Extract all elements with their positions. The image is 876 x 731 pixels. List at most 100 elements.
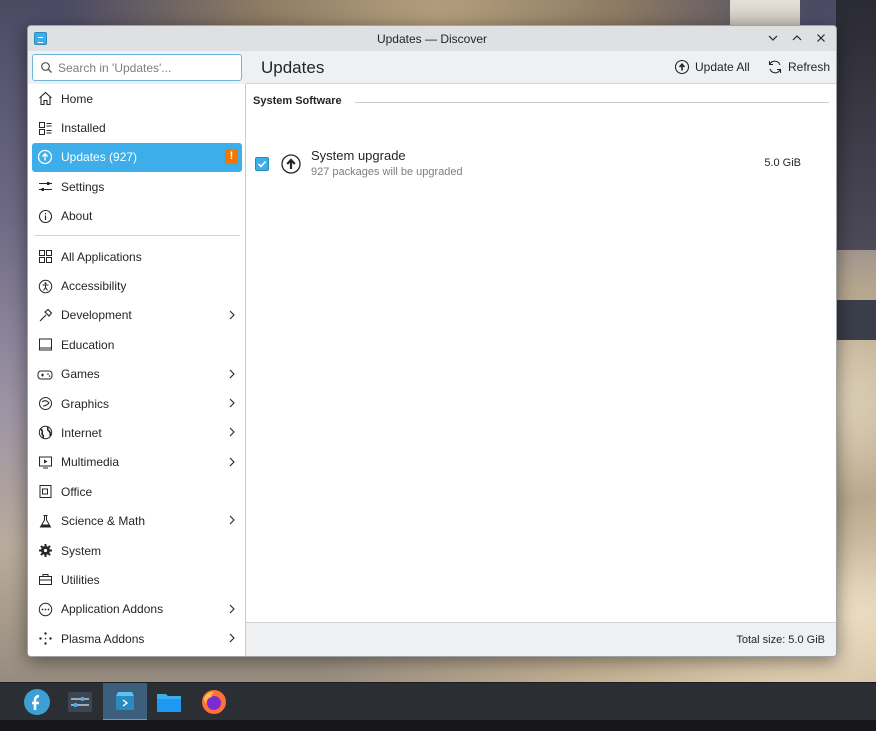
sidebar-item-science-math[interactable]: Science & Math: [28, 506, 246, 535]
sidebar-item-label: Games: [61, 367, 100, 382]
globe-icon: [37, 425, 53, 441]
chevron-right-icon: [229, 604, 235, 614]
wallpaper-shape: [836, 0, 876, 250]
sidebar-item-label: Settings: [61, 179, 105, 194]
addons-icon: [37, 601, 53, 617]
chevron-down-icon: [768, 35, 778, 41]
update-name: System upgrade: [311, 148, 406, 163]
gamepad-icon: [37, 366, 53, 382]
discover-app-icon[interactable]: [34, 32, 47, 45]
chevron-right-icon: [229, 369, 235, 378]
sidebar-item-multimedia[interactable]: Multimedia: [28, 448, 246, 477]
sidebar-item-graphics[interactable]: Graphics: [28, 389, 246, 418]
chevron-right-icon: [229, 457, 235, 467]
chevron-right-icon: [229, 310, 235, 320]
sidebar-item-updates[interactable]: Updates (927) !: [32, 142, 242, 173]
refresh-label: Refresh: [788, 60, 831, 74]
sidebar-item-office[interactable]: Office: [28, 477, 246, 506]
page-title: Updates: [261, 58, 325, 77]
chevron-right-icon: [229, 427, 235, 437]
sidebar-item-label: Utilities: [61, 572, 100, 587]
sidebar-item-label: About: [61, 209, 93, 224]
sidebar-item-label: Application Addons: [61, 602, 164, 617]
sidebar-item-all-applications[interactable]: All Applications: [28, 242, 246, 271]
main-panel: Updates Update All Refresh System Softwa…: [246, 51, 836, 656]
sidebar-item-plasma-addons[interactable]: Plasma Addons: [28, 624, 246, 653]
page-header: Updates Update All Refresh: [246, 51, 836, 84]
sidebar-item-label: Science & Math: [61, 514, 146, 529]
sidebar-item-education[interactable]: Education: [28, 330, 246, 359]
sidebar-item-label: All Applications: [61, 249, 142, 264]
close-button[interactable]: [812, 29, 830, 47]
grid-icon: [37, 249, 53, 265]
update-all-button[interactable]: Update All: [674, 59, 750, 75]
title-bar[interactable]: Updates — Discover: [28, 26, 836, 51]
sidebar-item-label: Development: [61, 308, 132, 323]
sidebar-item-home[interactable]: Home: [28, 84, 246, 113]
gear-icon: [37, 543, 53, 559]
minimize-button[interactable]: [764, 29, 782, 47]
sidebar-item-games[interactable]: Games: [28, 360, 246, 389]
close-icon: [817, 34, 825, 42]
sidebar-item-system[interactable]: System: [28, 536, 246, 565]
taskbar-discover[interactable]: [103, 683, 147, 721]
sidebar-item-application-addons[interactable]: Application Addons: [28, 595, 246, 624]
sidebar-item-label: Education: [61, 337, 115, 352]
sidebar-item-development[interactable]: Development: [28, 301, 246, 330]
chevron-up-icon: [792, 35, 802, 41]
sidebar-item-label: Internet: [61, 425, 102, 440]
plasma-icon: [37, 631, 53, 647]
sidebar-item-about[interactable]: About: [28, 202, 246, 231]
update-checkbox[interactable]: [255, 157, 269, 171]
installed-icon: [37, 120, 53, 136]
update-item[interactable]: System upgrade 927 packages will be upgr…: [246, 144, 836, 184]
update-all-label: Update All: [695, 60, 750, 74]
sidebar-item-label: Accessibility: [61, 279, 127, 294]
total-size: Total size: 5.0 GiB: [736, 634, 825, 646]
sidebar-item-label: Multimedia: [61, 455, 120, 470]
search-icon: [41, 62, 52, 73]
info-icon: [37, 208, 53, 224]
sidebar-divider: [34, 234, 240, 236]
refresh-button[interactable]: Refresh: [767, 59, 830, 75]
sidebar-item-utilities[interactable]: Utilities: [28, 565, 246, 594]
discover-window: Updates — Discover Search in 'Updates'..…: [27, 25, 837, 657]
file-manager-icon: [157, 694, 181, 712]
wallpaper-shape: [730, 0, 800, 28]
update-icon: [674, 59, 690, 75]
taskbar-system-settings[interactable]: [58, 683, 102, 721]
search-area: [28, 51, 246, 84]
sidebar: Home Installed Updates (927) ! Settings: [28, 51, 246, 656]
maximize-button[interactable]: [788, 29, 806, 47]
chevron-right-icon: [229, 633, 235, 643]
sidebar-nav: Home Installed Updates (927) ! Settings: [28, 84, 246, 653]
sidebar-item-internet[interactable]: Internet: [28, 418, 246, 447]
bottom-strip: [0, 720, 876, 731]
sidebar-item-label: Plasma Addons: [61, 631, 145, 646]
taskbar-fedora-launcher[interactable]: [15, 683, 59, 721]
section-divider: [355, 102, 829, 103]
sidebar-item-label: Office: [61, 484, 93, 499]
system-settings-icon: [68, 692, 92, 712]
sidebar-item-accessibility[interactable]: Accessibility: [28, 271, 246, 300]
update-description: 927 packages will be upgraded: [311, 166, 463, 178]
refresh-icon: [768, 60, 782, 74]
sidebar-item-label: Graphics: [61, 396, 110, 411]
sidebar-item-settings[interactable]: Settings: [28, 172, 246, 201]
education-icon: [37, 337, 53, 353]
search-box[interactable]: [32, 54, 242, 81]
multimedia-icon: [37, 454, 53, 470]
sidebar-item-label: Installed: [61, 121, 106, 136]
system-upgrade-icon: [281, 154, 301, 174]
updates-icon: [37, 149, 53, 165]
taskbar-firefox[interactable]: [192, 683, 236, 721]
wallpaper-shape: [836, 300, 876, 340]
sidebar-item-installed[interactable]: Installed: [28, 113, 246, 142]
palette-icon: [37, 396, 53, 412]
checkmark-icon: [257, 160, 267, 168]
search-input[interactable]: [58, 60, 228, 75]
hammer-icon: [37, 307, 53, 323]
chevron-right-icon: [229, 398, 235, 408]
taskbar-file-manager[interactable]: [147, 683, 191, 721]
window-controls: [764, 29, 830, 47]
